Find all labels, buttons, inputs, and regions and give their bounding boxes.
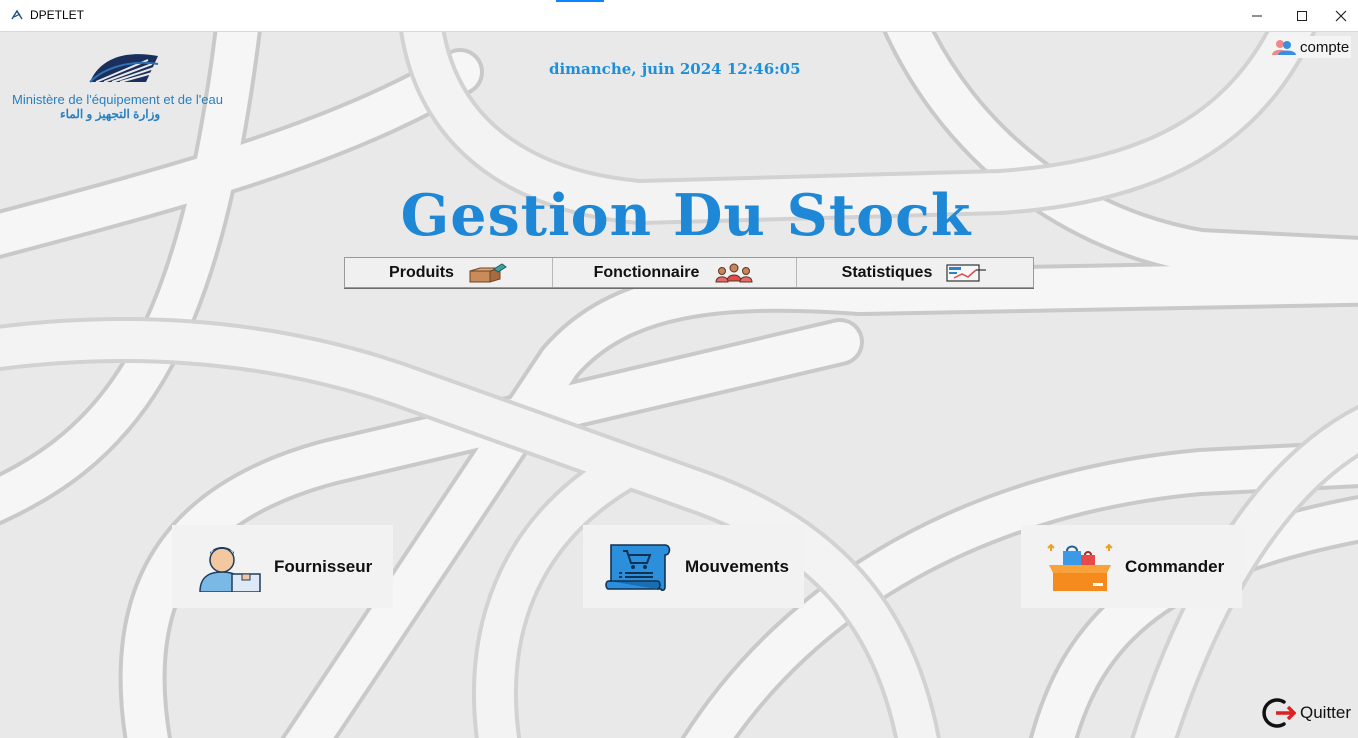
quit-button[interactable]: Quitter xyxy=(1262,696,1351,730)
ministry-logo xyxy=(89,54,159,83)
menu-produits-label: Produits xyxy=(389,263,454,281)
mouvements-button[interactable]: Mouvements xyxy=(583,525,804,608)
account-button[interactable]: compte xyxy=(1272,36,1352,58)
menu-produits[interactable]: Produits xyxy=(345,258,553,287)
team-icon xyxy=(715,263,753,282)
menu-fonctionnaire[interactable]: Fonctionnaire xyxy=(553,258,797,287)
minimize-button[interactable] xyxy=(1234,0,1280,31)
chart-icon xyxy=(946,263,987,282)
menu-statistiques[interactable]: Statistiques xyxy=(797,258,1033,287)
menu-fonctionnaire-label: Fonctionnaire xyxy=(593,263,700,281)
main-window: Ministère de l'équipement et de l'eau وز… xyxy=(0,32,1358,738)
ministry-name-ar: وزارة التجهيز و الماء xyxy=(60,107,161,121)
close-button[interactable] xyxy=(1318,0,1358,31)
background-pattern xyxy=(0,32,1358,738)
menu-bar: Produits Fonctionnaire Statistiques xyxy=(344,257,1034,288)
window-titlebar: DPETLET xyxy=(0,0,1358,32)
menu-statistiques-label: Statistiques xyxy=(841,263,933,281)
maximize-icon xyxy=(1297,10,1307,21)
power-exit-icon xyxy=(1262,698,1296,728)
close-icon xyxy=(1335,10,1347,21)
current-datetime: dimanche, juin 2024 12:46:05 xyxy=(549,60,801,78)
commander-label: Commander xyxy=(1125,556,1225,576)
supplier-icon xyxy=(199,546,261,592)
fournisseur-button[interactable]: Fournisseur xyxy=(172,525,393,608)
mouvements-label: Mouvements xyxy=(685,556,789,576)
box-icon xyxy=(469,262,507,283)
shopping-list-icon xyxy=(605,543,671,591)
app-icon xyxy=(11,9,23,20)
users-icon xyxy=(1272,40,1296,55)
commander-button[interactable]: Commander xyxy=(1021,525,1242,608)
window-title: DPETLET xyxy=(30,8,85,22)
order-box-icon xyxy=(1047,543,1113,591)
titlebar-accent xyxy=(556,0,604,2)
fournisseur-label: Fournisseur xyxy=(274,556,373,576)
app-title: Gestion Du Stock xyxy=(400,182,972,249)
account-label: compte xyxy=(1300,38,1350,56)
ministry-name-fr: Ministère de l'équipement et de l'eau xyxy=(12,92,223,107)
quit-label: Quitter xyxy=(1300,703,1352,722)
minimize-icon xyxy=(1252,15,1262,16)
